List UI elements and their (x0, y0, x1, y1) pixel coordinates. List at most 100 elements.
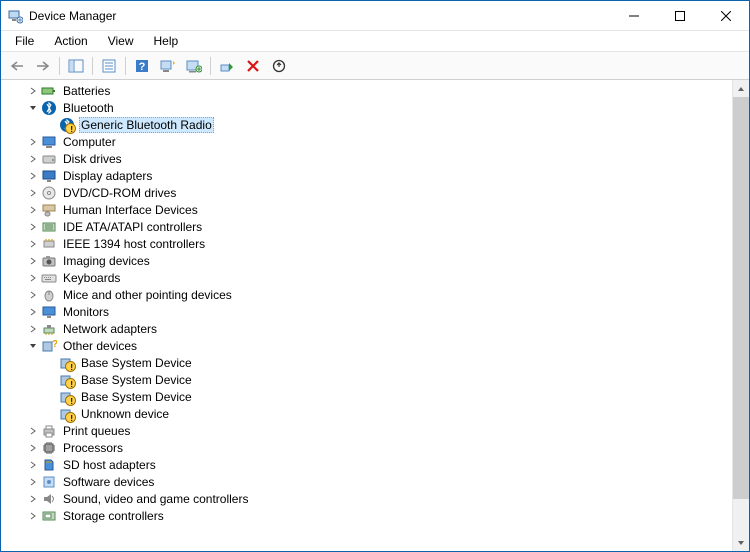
chevron-down-icon[interactable] (27, 340, 39, 352)
tree-label: Sound, video and game controllers (61, 492, 250, 506)
chevron-spacer (45, 391, 57, 403)
chevron-right-icon[interactable] (27, 170, 39, 182)
tree-label: Software devices (61, 475, 156, 489)
tree-label: Mice and other pointing devices (61, 288, 234, 302)
chevron-right-icon[interactable] (27, 476, 39, 488)
toolbar-separator (92, 57, 93, 75)
tree-item-keyboards[interactable]: Keyboards (23, 269, 732, 286)
scroll-track[interactable] (733, 97, 749, 534)
menubar: File Action View Help (1, 31, 749, 52)
vertical-scrollbar[interactable] (732, 80, 749, 551)
tree-item-display-adapters[interactable]: Display adapters (23, 167, 732, 184)
battery-icon (41, 83, 57, 99)
tree-label: Imaging devices (61, 254, 152, 268)
tree-item-sd-host[interactable]: SD host adapters (23, 456, 732, 473)
controller-icon (41, 219, 57, 235)
scroll-down-button[interactable] (733, 534, 749, 551)
chevron-right-icon[interactable] (27, 153, 39, 165)
svg-text:?: ? (52, 339, 57, 350)
scroll-thumb[interactable] (733, 97, 749, 499)
tree-item-hid[interactable]: Human Interface Devices (23, 201, 732, 218)
chevron-right-icon[interactable] (27, 306, 39, 318)
tree-item-network[interactable]: Network adapters (23, 320, 732, 337)
tree-item-bluetooth[interactable]: Bluetooth (23, 99, 732, 116)
disable-device-button[interactable] (267, 55, 291, 77)
menu-action[interactable]: Action (44, 32, 97, 50)
chevron-right-icon[interactable] (27, 221, 39, 233)
properties-button[interactable] (97, 55, 121, 77)
tree-label: Base System Device (79, 390, 194, 404)
chevron-right-icon[interactable] (27, 85, 39, 97)
unknown-device-warning-icon (59, 372, 75, 388)
chevron-right-icon[interactable] (27, 510, 39, 522)
menu-view[interactable]: View (98, 32, 144, 50)
tree-item-base-system-device[interactable]: Base System Device (41, 388, 732, 405)
tree-item-generic-bluetooth-radio[interactable]: Generic Bluetooth Radio (41, 116, 732, 133)
toolbar: ? (1, 52, 749, 80)
chevron-right-icon[interactable] (27, 425, 39, 437)
device-tree[interactable]: Batteries Bluetooth Generic Bluetooth Ra… (1, 80, 732, 551)
disk-icon (41, 151, 57, 167)
tree-label: Storage controllers (61, 509, 166, 523)
tree-item-sound[interactable]: Sound, video and game controllers (23, 490, 732, 507)
tree-item-software-devices[interactable]: Software devices (23, 473, 732, 490)
show-hide-tree-button[interactable] (64, 55, 88, 77)
tree-label: Base System Device (79, 356, 194, 370)
tree-item-processors[interactable]: Processors (23, 439, 732, 456)
chevron-right-icon[interactable] (27, 493, 39, 505)
help-button[interactable]: ? (130, 55, 154, 77)
chevron-right-icon[interactable] (27, 289, 39, 301)
tree-label: Keyboards (61, 271, 122, 285)
tree-item-dvd-cdrom[interactable]: DVD/CD-ROM drives (23, 184, 732, 201)
tree-item-batteries[interactable]: Batteries (23, 82, 732, 99)
tree-item-ide-ata[interactable]: IDE ATA/ATAPI controllers (23, 218, 732, 235)
chevron-right-icon[interactable] (27, 238, 39, 250)
forward-button[interactable] (31, 55, 55, 77)
tree-item-base-system-device[interactable]: Base System Device (41, 354, 732, 371)
tree-item-base-system-device[interactable]: Base System Device (41, 371, 732, 388)
tree-item-mice[interactable]: Mice and other pointing devices (23, 286, 732, 303)
unknown-device-warning-icon (59, 406, 75, 422)
chevron-spacer (45, 408, 57, 420)
tree-label: Unknown device (79, 407, 171, 421)
scroll-up-button[interactable] (733, 80, 749, 97)
tree-item-disk-drives[interactable]: Disk drives (23, 150, 732, 167)
tree-item-other-devices[interactable]: ? Other devices (23, 337, 732, 354)
chevron-right-icon[interactable] (27, 204, 39, 216)
tree-item-computer[interactable]: Computer (23, 133, 732, 150)
chevron-right-icon[interactable] (27, 187, 39, 199)
scan-hardware-button[interactable] (156, 55, 180, 77)
chevron-spacer (45, 119, 57, 131)
bluetooth-warning-icon (59, 117, 75, 133)
enable-device-button[interactable] (215, 55, 239, 77)
update-driver-button[interactable] (182, 55, 206, 77)
tree-item-imaging[interactable]: Imaging devices (23, 252, 732, 269)
app-icon (7, 8, 23, 24)
tree-label: Processors (61, 441, 125, 455)
maximize-button[interactable] (657, 1, 703, 30)
chevron-right-icon[interactable] (27, 272, 39, 284)
chevron-right-icon[interactable] (27, 255, 39, 267)
chevron-right-icon[interactable] (27, 459, 39, 471)
svg-text:?: ? (139, 61, 146, 73)
minimize-button[interactable] (611, 1, 657, 30)
tree-item-storage[interactable]: Storage controllers (23, 507, 732, 524)
chevron-right-icon[interactable] (27, 136, 39, 148)
tree-item-ieee1394[interactable]: IEEE 1394 host controllers (23, 235, 732, 252)
tree-item-monitors[interactable]: Monitors (23, 303, 732, 320)
tree-item-print-queues[interactable]: Print queues (23, 422, 732, 439)
chevron-down-icon[interactable] (27, 102, 39, 114)
chevron-right-icon[interactable] (27, 442, 39, 454)
uninstall-device-button[interactable] (241, 55, 265, 77)
tree-label: Base System Device (79, 373, 194, 387)
tree-item-unknown-device[interactable]: Unknown device (41, 405, 732, 422)
back-button[interactable] (5, 55, 29, 77)
window-controls (611, 1, 749, 30)
close-button[interactable] (703, 1, 749, 30)
chevron-right-icon[interactable] (27, 323, 39, 335)
chevron-spacer (45, 357, 57, 369)
toolbar-separator (59, 57, 60, 75)
menu-file[interactable]: File (5, 32, 44, 50)
tree-label: Batteries (61, 84, 112, 98)
menu-help[interactable]: Help (144, 32, 189, 50)
